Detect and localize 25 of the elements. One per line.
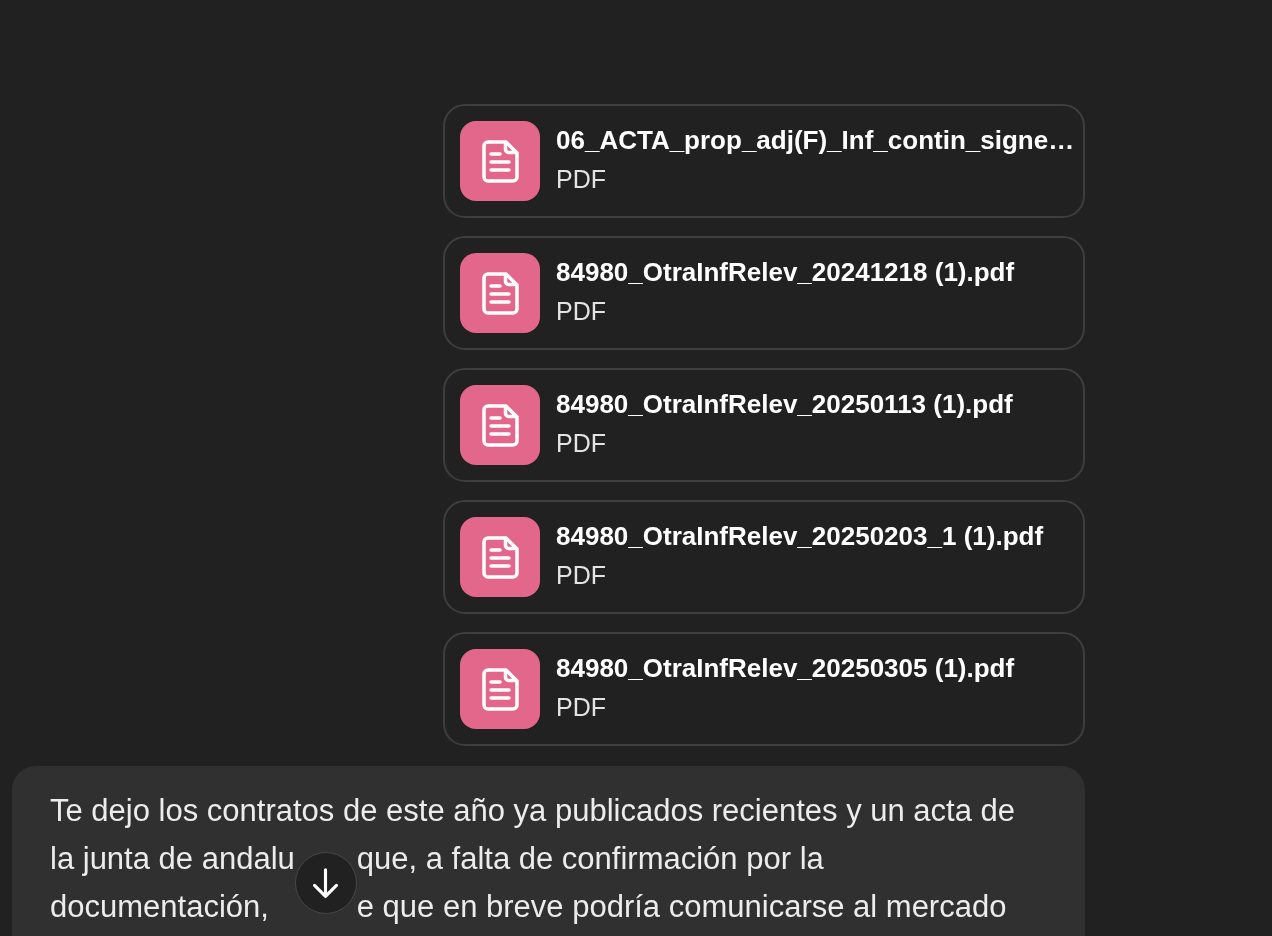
message-text: que, a falta de confirmación por la [356,840,824,878]
file-attachment-card[interactable]: 84980_OtraInfRelev_20241218 (1).pdf PDF [443,236,1085,350]
document-icon [460,649,540,729]
file-type-label: PDF [556,427,607,458]
file-name: 84980_OtraInfRelev_20250203_1 (1).pdf [556,520,1044,551]
file-type-label: PDF [556,295,607,326]
file-type-label: PDF [556,163,607,194]
message-text: documentación, [50,888,269,926]
file-name: 84980_OtraInfRelev_20250305 (1).pdf [556,652,1015,683]
arrow-down-icon [313,868,339,898]
file-attachment-card[interactable]: 84980_OtraInfRelev_20250305 (1).pdf PDF [443,632,1085,746]
message-text: e que en breve podría comunicarse al mercado [356,888,1007,926]
document-icon [460,385,540,465]
file-attachment-card[interactable]: 84980_OtraInfRelev_20250203_1 (1).pdf PDF [443,500,1085,614]
document-icon [460,253,540,333]
message-text: la junta de andalu [50,840,295,878]
document-icon [460,517,540,597]
file-name: 84980_OtraInfRelev_20250113 (1).pdf [556,388,1013,419]
file-type-label: PDF [556,691,607,722]
document-icon [460,121,540,201]
file-name: 84980_OtraInfRelev_20241218 (1).pdf [556,256,1015,287]
message-text: Te dejo los contratos de este año ya publicados recientes y un acta de [50,792,1016,830]
file-attachment-card[interactable]: 84980_OtraInfRelev_20250113 (1).pdf PDF [443,368,1085,482]
file-attachment-card[interactable]: 06_ACTA_prop_adj(F)_Inf_contin_signe… PDF [443,104,1085,218]
file-type-label: PDF [556,559,607,590]
